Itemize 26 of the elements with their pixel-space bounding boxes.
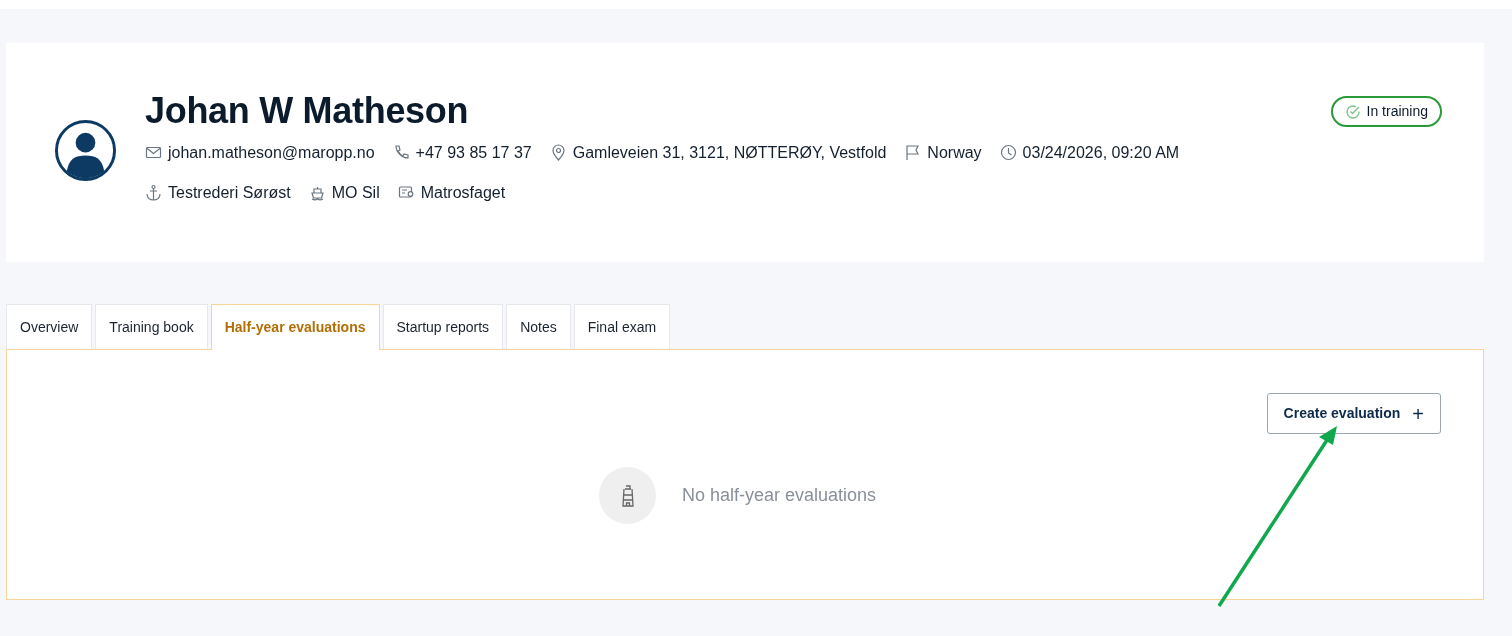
trade-name: Matrosfaget	[420, 182, 506, 203]
tab[interactable]: Overview	[6, 304, 93, 349]
map-pin-icon	[549, 144, 567, 162]
ship-icon	[308, 184, 326, 202]
phone-icon	[392, 144, 410, 162]
tab[interactable]: Training book	[95, 304, 208, 349]
empty-state-message: No half-year evaluations	[682, 484, 877, 507]
vessel-name: MO Sil	[331, 182, 380, 203]
status-badge: In training	[1330, 96, 1442, 127]
phone-number: +47 93 85 17 37	[415, 142, 532, 163]
email-address: johan.matheson@maropp.no	[168, 142, 375, 163]
person-name: Johan W Matheson	[145, 91, 470, 131]
flag-icon	[904, 144, 922, 162]
tab[interactable]: Startup reports	[382, 304, 504, 349]
tab[interactable]: Notes	[506, 304, 571, 349]
company-name: Testrederi Sørøst	[168, 182, 291, 203]
tab[interactable]: Final exam	[573, 304, 671, 349]
tab[interactable]: Half-year evaluations	[210, 304, 380, 350]
address: Gamleveien 31, 3121, NØTTERØY, Vestfold	[572, 142, 887, 163]
country-name: Norway	[927, 142, 982, 163]
avatar-icon	[54, 119, 117, 182]
date-time: 03/24/2026, 09:20 AM	[1022, 142, 1180, 163]
create-evaluation-button[interactable]: Create evaluation +	[1266, 393, 1441, 434]
anchor-icon	[145, 184, 162, 202]
clock-icon	[999, 144, 1017, 162]
check-circle-icon	[1344, 103, 1361, 120]
